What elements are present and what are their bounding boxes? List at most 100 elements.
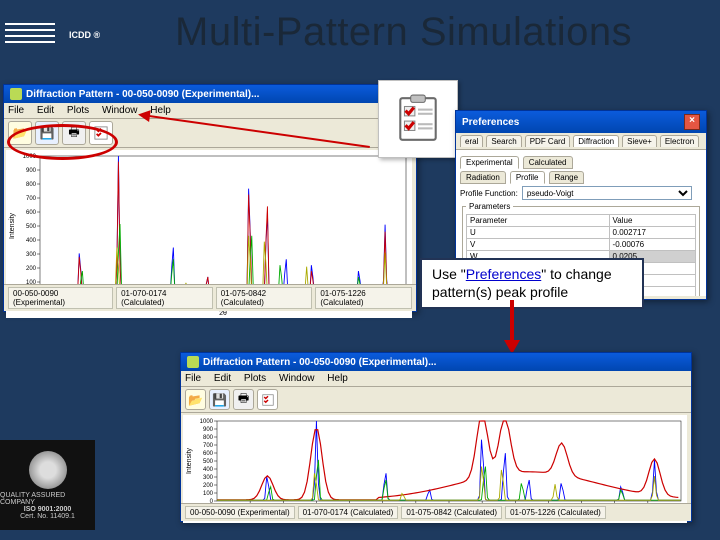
disk-icon: 💾 xyxy=(40,126,55,140)
app-icon xyxy=(10,88,22,100)
slide-title: Multi-Pattern Simulations xyxy=(175,10,632,55)
annotation-callout: Use "Preferences" to change pattern(s) p… xyxy=(420,258,644,309)
profile-function-select[interactable]: pseudo-Voigt xyxy=(522,186,692,200)
menu-file[interactable]: File xyxy=(8,105,24,116)
svg-text:800: 800 xyxy=(26,182,37,188)
svg-text:700: 700 xyxy=(26,196,37,202)
status-seg: 01-070-0174 (Calculated) xyxy=(116,287,213,309)
svg-text:100: 100 xyxy=(203,491,214,497)
svg-text:300: 300 xyxy=(26,252,37,258)
preferences-checklist-icon xyxy=(262,394,274,406)
window-title: Preferences xyxy=(462,117,519,128)
parameters-legend: Parameters xyxy=(466,202,513,211)
svg-text:500: 500 xyxy=(26,224,37,230)
folder-icon: 📂 xyxy=(188,393,203,407)
menubar: File Edit Plots Window Help xyxy=(4,103,416,119)
diffraction-window-bottom: Diffraction Pattern - 00-050-0090 (Exper… xyxy=(180,352,692,522)
save-button[interactable]: 💾 xyxy=(209,389,230,410)
pref-mid-tabs: Experimental Calculated xyxy=(460,156,702,169)
svg-text:700: 700 xyxy=(203,443,214,449)
statusbar: 00-050-0090 (Experimental) 01-070-0174 (… xyxy=(181,503,691,521)
pref-inner-tabs: Radiation Profile Range xyxy=(460,171,702,184)
titlebar[interactable]: Preferences × xyxy=(456,111,706,133)
logo-text: ICDD ® xyxy=(69,30,100,40)
svg-text:1000: 1000 xyxy=(200,419,214,425)
statusbar: 00-050-0090 (Experimental) 01-070-0174 (… xyxy=(4,284,416,311)
print-button[interactable]: 🖶 xyxy=(62,121,86,145)
svg-text:2θ: 2θ xyxy=(219,310,227,317)
svg-text:200: 200 xyxy=(203,483,214,489)
icdd-logo: ICDD ® xyxy=(0,0,125,70)
window-title: Diffraction Pattern - 00-050-0090 (Exper… xyxy=(26,89,259,100)
pref-outer-tabs: eral Search PDF Card Diffraction Sieve+ … xyxy=(456,133,706,150)
tab-search[interactable]: Search xyxy=(486,135,521,147)
status-seg: 01-075-1226 (Calculated) xyxy=(505,506,606,519)
tab-profile[interactable]: Profile xyxy=(510,171,545,184)
open-button[interactable]: 📂 xyxy=(8,121,32,145)
printer-icon: 🖶 xyxy=(238,389,249,410)
close-icon: × xyxy=(689,115,695,126)
col-header: Value xyxy=(609,215,695,227)
menu-edit[interactable]: Edit xyxy=(214,373,231,384)
menubar: File Edit Plots Window Help xyxy=(181,371,691,387)
disk-icon: 💾 xyxy=(212,393,227,407)
preferences-button[interactable] xyxy=(89,121,113,145)
menu-help[interactable]: Help xyxy=(150,105,171,116)
svg-text:900: 900 xyxy=(26,168,37,174)
menu-plots[interactable]: Plots xyxy=(67,105,89,116)
app-icon xyxy=(187,356,199,368)
preferences-button[interactable] xyxy=(257,389,278,410)
menu-file[interactable]: File xyxy=(185,373,201,384)
tab-electron[interactable]: Electron xyxy=(660,135,699,147)
menu-help[interactable]: Help xyxy=(327,373,348,384)
callout-link: Preferences xyxy=(466,266,541,282)
tab-sieve[interactable]: Sieve+ xyxy=(622,135,657,147)
iso-quality-badge: QUALITY ASSURED COMPANY ISO 9001:2000 Ce… xyxy=(0,440,95,530)
titlebar[interactable]: Diffraction Pattern - 00-050-0090 (Exper… xyxy=(4,85,416,103)
svg-text:200: 200 xyxy=(26,266,37,272)
preferences-checklist-icon xyxy=(94,126,108,140)
open-button[interactable]: 📂 xyxy=(185,389,206,410)
menu-plots[interactable]: Plots xyxy=(244,373,266,384)
titlebar[interactable]: Diffraction Pattern - 00-050-0090 (Exper… xyxy=(181,353,691,371)
close-button[interactable]: × xyxy=(684,114,700,130)
tab-calculated[interactable]: Calculated xyxy=(523,156,573,169)
table-row: U0.002717 xyxy=(467,227,696,239)
tab-range[interactable]: Range xyxy=(549,171,585,184)
status-seg: 01-070-0174 (Calculated) xyxy=(298,506,399,519)
status-seg: 00-050-0090 (Experimental) xyxy=(185,506,295,519)
table-row: V-0.00076 xyxy=(467,239,696,251)
printer-icon: 🖶 xyxy=(68,123,79,144)
svg-text:600: 600 xyxy=(203,451,214,457)
svg-text:900: 900 xyxy=(203,427,214,433)
col-header: Parameter xyxy=(467,215,610,227)
tab-experimental[interactable]: Experimental xyxy=(460,156,519,169)
svg-text:Intensity: Intensity xyxy=(186,447,193,474)
tab-general[interactable]: eral xyxy=(460,135,483,147)
tab-radiation[interactable]: Radiation xyxy=(460,171,506,184)
svg-text:Intensity: Intensity xyxy=(9,212,16,239)
tab-diffraction[interactable]: Diffraction xyxy=(573,135,619,147)
status-seg: 01-075-1226 (Calculated) xyxy=(315,287,412,309)
annotation-arrow-down xyxy=(510,300,514,350)
profile-function-label: Profile Function: xyxy=(460,189,518,198)
status-seg: 00-050-0090 (Experimental) xyxy=(8,287,113,309)
status-seg: 01-075-0842 (Calculated) xyxy=(401,506,502,519)
window-title: Diffraction Pattern - 00-050-0090 (Exper… xyxy=(203,357,436,368)
medal-icon xyxy=(29,451,67,489)
status-seg: 01-075-0842 (Calculated) xyxy=(216,287,313,309)
svg-text:1000: 1000 xyxy=(23,154,37,160)
save-button[interactable]: 💾 xyxy=(35,121,59,145)
svg-text:500: 500 xyxy=(203,459,214,465)
print-button[interactable]: 🖶 xyxy=(233,389,254,410)
svg-text:800: 800 xyxy=(203,435,214,441)
preferences-checklist-icon xyxy=(395,94,441,144)
svg-text:300: 300 xyxy=(203,475,214,481)
folder-icon: 📂 xyxy=(13,126,28,140)
svg-text:400: 400 xyxy=(26,238,37,244)
svg-text:600: 600 xyxy=(26,210,37,216)
svg-text:400: 400 xyxy=(203,467,214,473)
tab-pdfcard[interactable]: PDF Card xyxy=(525,135,571,147)
menu-edit[interactable]: Edit xyxy=(37,105,54,116)
menu-window[interactable]: Window xyxy=(279,373,315,384)
